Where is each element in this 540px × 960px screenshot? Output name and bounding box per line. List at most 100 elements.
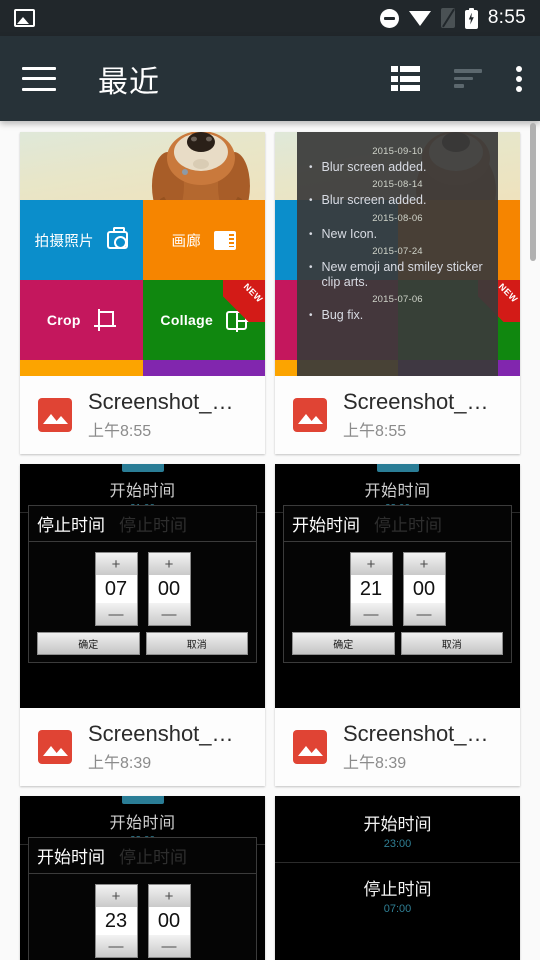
changelog-date: 2015-09-10 xyxy=(372,146,423,157)
bullet-icon: • xyxy=(309,261,313,273)
file-name: Screenshot_… xyxy=(88,721,234,747)
list-item[interactable]: 开始时间 23:00 停止时间 07:00 xyxy=(275,796,520,960)
cancel-button[interactable]: 取消 xyxy=(145,632,248,655)
gallery-icon xyxy=(214,230,237,250)
tab-active[interactable]: 开始时间 xyxy=(292,511,360,536)
minute-spinner[interactable]: + 00 — xyxy=(147,552,191,626)
hour-value[interactable]: 07 xyxy=(95,575,137,603)
minute-spinner[interactable]: + 00 — xyxy=(147,884,191,958)
sort-icon[interactable] xyxy=(454,68,482,90)
tab-inactive[interactable]: 停止时间 xyxy=(119,843,187,868)
tile-strip-right[interactable] xyxy=(142,360,265,376)
changelog-dialog: 2015-09-10 • Blur screen added. 2015-08-… xyxy=(297,132,498,376)
new-badge-label: NEW xyxy=(496,281,520,305)
image-file-icon xyxy=(38,398,72,432)
status-bar-left xyxy=(14,9,35,27)
hour-increment-button[interactable]: + xyxy=(95,885,137,907)
list-item[interactable]: 拍摄照片 画廊 Crop Collage NEW Screenshot_… 上午… xyxy=(20,132,265,454)
timepicker-preview: 开始时间 21:00 停止时间 停止时间 + 07 — xyxy=(20,464,265,708)
tile-strip-left[interactable] xyxy=(20,360,143,376)
preview-app-bar xyxy=(376,464,419,472)
list-item-meta: Screenshot_… 上午8:55 xyxy=(343,389,489,440)
changelog-date: 2015-08-14 xyxy=(372,179,423,191)
minute-value[interactable]: 00 xyxy=(148,907,190,935)
hour-spinner[interactable]: + 21 — xyxy=(349,552,393,626)
hamburger-menu-icon[interactable] xyxy=(22,66,56,91)
hour-increment-button[interactable]: + xyxy=(350,553,392,575)
tile-camera[interactable]: 拍摄照片 xyxy=(20,200,143,280)
preview-app-bar xyxy=(121,796,164,804)
time-picker-dialog: 停止时间 停止时间 + 07 — + 00 — 确定 取消 xyxy=(28,505,257,663)
minute-decrement-button[interactable]: — xyxy=(403,603,445,625)
status-bar-clock: 8:55 xyxy=(487,7,526,28)
image-file-icon xyxy=(293,730,327,764)
tile-row-2: Crop Collage NEW xyxy=(20,280,265,360)
hour-increment-button[interactable]: + xyxy=(95,553,137,575)
camera-icon xyxy=(106,227,128,249)
hour-decrement-button[interactable]: — xyxy=(95,603,137,625)
thumbnail-changelog[interactable]: NEW 2015-09-10 • Blur screen added. 2015… xyxy=(275,132,520,376)
tile-gallery[interactable]: 画廊 xyxy=(142,200,265,280)
file-time: 上午8:55 xyxy=(343,422,407,440)
tile-crop[interactable]: Crop xyxy=(20,280,143,360)
tab-active[interactable]: 开始时间 xyxy=(37,843,105,868)
tile-collage[interactable]: Collage NEW xyxy=(142,280,265,360)
minute-value[interactable]: 00 xyxy=(403,575,445,603)
setting-row-start-time[interactable]: 开始时间 23:00 xyxy=(275,810,520,850)
thumbnail-timepicker-a[interactable]: 开始时间 21:00 停止时间 停止时间 + 07 — xyxy=(20,464,265,708)
bullet-icon: • xyxy=(309,195,313,207)
time-spinners: + 07 — + 00 — xyxy=(29,542,256,632)
minute-increment-button[interactable]: + xyxy=(148,553,190,575)
do-not-disturb-icon xyxy=(379,8,399,28)
thumbnail-settings[interactable]: 开始时间 23:00 停止时间 07:00 xyxy=(275,796,520,960)
list-item[interactable]: NEW 2015-09-10 • Blur screen added. 2015… xyxy=(275,132,520,454)
hour-decrement-button[interactable]: — xyxy=(350,603,392,625)
minute-spinner[interactable]: + 00 — xyxy=(402,552,446,626)
thumbnail-timepicker-c[interactable]: 开始时间 23:00 开始时间 停止时间 + 23 — xyxy=(20,796,265,960)
overflow-menu-icon[interactable] xyxy=(516,65,522,92)
changelog-item: • New emoji and smiley sticker clip arts… xyxy=(297,260,498,291)
thumbnail-home-screen[interactable]: 拍摄照片 画廊 Crop Collage NEW xyxy=(20,132,265,376)
thumbnail-timepicker-b[interactable]: 开始时间 23:00 开始时间 停止时间 + 21 — xyxy=(275,464,520,708)
home-screen-preview: 拍摄照片 画廊 Crop Collage NEW xyxy=(20,132,265,376)
confirm-button[interactable]: 确定 xyxy=(292,632,395,655)
cancel-button[interactable]: 取消 xyxy=(400,632,503,655)
hour-value[interactable]: 21 xyxy=(350,575,392,603)
list-item[interactable]: 开始时间 23:00 开始时间 停止时间 + 21 — xyxy=(275,464,520,786)
list-item[interactable]: 开始时间 21:00 停止时间 停止时间 + 07 — xyxy=(20,464,265,786)
new-badge: NEW xyxy=(223,280,265,322)
list-view-icon[interactable] xyxy=(391,66,420,91)
list-item[interactable]: 开始时间 23:00 开始时间 停止时间 + 23 — xyxy=(20,796,265,960)
tab-active[interactable]: 停止时间 xyxy=(37,511,105,536)
bullet-icon: • xyxy=(309,162,313,173)
setting-label: 停止时间 xyxy=(363,880,432,899)
setting-row-stop-time[interactable]: 停止时间 07:00 xyxy=(275,863,520,915)
hour-value[interactable]: 23 xyxy=(95,907,137,935)
timepicker-preview: 开始时间 23:00 开始时间 停止时间 + 21 — xyxy=(275,464,520,708)
minute-value[interactable]: 00 xyxy=(148,575,190,603)
file-name: Screenshot_… xyxy=(343,721,489,747)
setting-value: 07:00 xyxy=(383,903,412,915)
list-item-meta: Screenshot_… 上午8:55 xyxy=(88,389,234,440)
minute-increment-button[interactable]: + xyxy=(148,885,190,907)
changelog-item: • New Icon. xyxy=(297,227,498,242)
tab-inactive[interactable]: 停止时间 xyxy=(374,511,442,536)
confirm-button[interactable]: 确定 xyxy=(37,632,140,655)
recent-files-grid-container[interactable]: 拍摄照片 画廊 Crop Collage NEW Screenshot_… 上午… xyxy=(0,121,540,960)
dialog-buttons: 确定 取消 xyxy=(284,632,511,655)
time-picker-dialog: 开始时间 停止时间 + 21 — + 00 — 确定 取消 xyxy=(283,505,512,663)
file-time: 上午8:39 xyxy=(88,754,152,772)
minute-increment-button[interactable]: + xyxy=(403,553,445,575)
status-bar: 8:55 xyxy=(0,0,540,36)
image-file-icon xyxy=(293,398,327,432)
minute-decrement-button[interactable]: — xyxy=(148,603,190,625)
timepicker-preview: 开始时间 23:00 开始时间 停止时间 + 23 — xyxy=(20,796,265,960)
dialog-tabs: 停止时间 停止时间 xyxy=(29,506,256,542)
list-item-meta: Screenshot_… 上午8:39 xyxy=(343,721,489,772)
hour-spinner[interactable]: + 07 — xyxy=(94,552,138,626)
vertical-scrollbar[interactable] xyxy=(530,123,536,261)
minute-decrement-button[interactable]: — xyxy=(148,935,190,957)
hour-decrement-button[interactable]: — xyxy=(95,935,137,957)
tab-inactive[interactable]: 停止时间 xyxy=(119,511,187,536)
hour-spinner[interactable]: + 23 — xyxy=(94,884,138,958)
